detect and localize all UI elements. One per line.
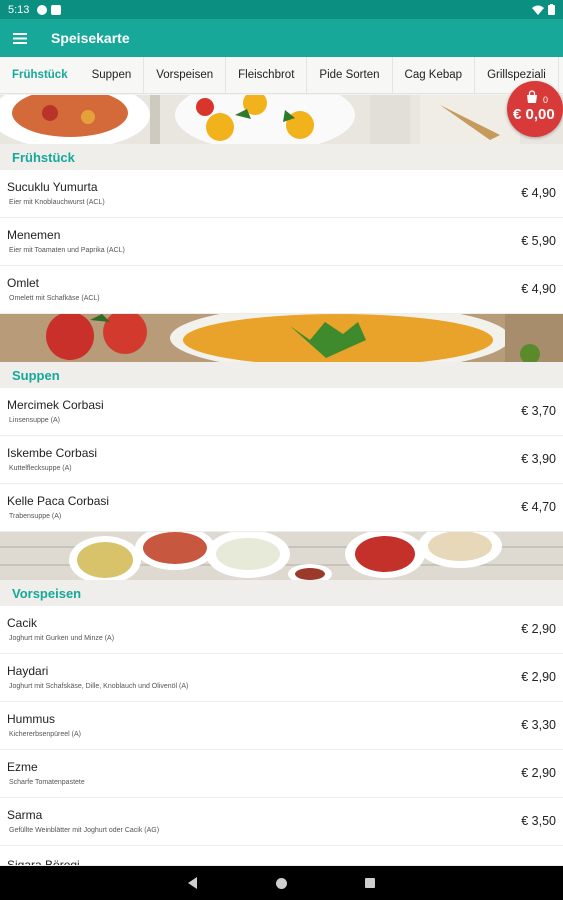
section-title-fruehstueck: Frühstück <box>0 144 563 170</box>
menu-item[interactable]: Ezme Scharfe Tomatenpastete € 2,90 <box>0 750 563 798</box>
item-description: Eier mit Knoblauchwurst (ACL) <box>9 199 105 206</box>
menu-item[interactable]: Kelle Paca Corbasi Trabensuppe (A) € 4,7… <box>0 484 563 532</box>
back-icon[interactable] <box>188 877 198 889</box>
item-description: Gefüllte Weinblätter mit Joghurt oder Ca… <box>9 827 160 834</box>
battery-icon <box>548 4 555 15</box>
item-price: € 2,90 <box>521 622 556 636</box>
item-description: Eier mit Toamaten und Paprika (ACL) <box>9 247 125 254</box>
app-bar: Speisekarte <box>0 19 563 57</box>
section-title-vorspeisen: Vorspeisen <box>0 580 563 606</box>
item-name: Omlet <box>7 276 40 290</box>
storage-icon <box>51 4 62 15</box>
wifi-icon <box>532 5 544 15</box>
menu-item[interactable]: Menemen Eier mit Toamaten und Paprika (A… <box>0 218 563 266</box>
tab-fruehstueck[interactable]: Frühstück <box>0 57 80 93</box>
item-description: Trabensuppe (A) <box>9 513 62 520</box>
item-name: Sarma <box>7 808 43 822</box>
menu-item[interactable]: Omlet Omelett mit Schafkäse (ACL) € 4,90 <box>0 266 563 314</box>
item-name: Cacik <box>7 616 38 630</box>
menu-item[interactable]: Hummus Kichererbsenpüreel (A) € 3,30 <box>0 702 563 750</box>
starters-banner-image <box>0 532 563 580</box>
item-description: Omelett mit Schafkäse (ACL) <box>9 295 100 302</box>
menu-item[interactable]: Haydari Joghurt mit Schafskäse, Dille, K… <box>0 654 563 702</box>
recent-apps-icon[interactable] <box>365 878 375 888</box>
item-price: € 3,30 <box>521 718 556 732</box>
item-description: Linsensuppe (A) <box>9 417 60 424</box>
item-description: Scharfe Tomatenpastete <box>9 779 85 786</box>
item-description: Joghurt mit Gurken und Minze (A) <box>9 635 115 642</box>
tab-suppen[interactable]: Suppen <box>80 57 145 93</box>
item-name: Sigara Böregi <box>7 858 80 866</box>
item-price: € 4,70 <box>521 500 556 514</box>
item-name: Ezme <box>7 760 38 774</box>
breakfast-banner-image <box>0 95 563 144</box>
item-price: € 2,90 <box>521 670 556 684</box>
item-name: Sucuklu Yumurta <box>7 180 98 194</box>
soup-banner-image <box>0 314 563 362</box>
item-name: Mercimek Corbasi <box>7 398 104 412</box>
item-name: Kelle Paca Corbasi <box>7 494 110 508</box>
cart-total: € 0,00 <box>513 106 555 123</box>
item-name: Hummus <box>7 712 56 726</box>
cart-button[interactable]: 0 € 0,00 <box>507 81 563 137</box>
category-tabs: Frühstück Suppen Vorspeisen Fleischbrot … <box>0 57 563 94</box>
tab-fleischbrot[interactable]: Fleischbrot <box>226 57 308 93</box>
item-price: € 5,90 <box>521 234 556 248</box>
item-description: Joghurt mit Schafskäse, Dille, Knoblauch… <box>9 683 189 690</box>
menu-button[interactable] <box>0 19 40 57</box>
menu-icon <box>13 32 27 44</box>
menu-item[interactable]: Cacik Joghurt mit Gurken und Minze (A) €… <box>0 606 563 654</box>
status-bar: 5:13 <box>0 0 563 19</box>
item-name: Menemen <box>7 228 61 242</box>
menu-item[interactable]: Mercimek Corbasi Linsensuppe (A) € 3,70 <box>0 388 563 436</box>
tab-vorspeisen[interactable]: Vorspeisen <box>144 57 227 93</box>
item-price: € 3,70 <box>521 404 556 418</box>
item-price: € 3,90 <box>521 452 556 466</box>
page-title: Speisekarte <box>51 30 130 46</box>
notification-icon <box>37 4 48 15</box>
menu-item[interactable]: Sigara Böregi <box>0 846 563 866</box>
status-time: 5:13 <box>8 3 30 16</box>
item-description: Kichererbsenpüreel (A) <box>9 731 81 738</box>
item-price: € 4,90 <box>521 186 556 200</box>
menu-item[interactable]: Iskembe Corbasi Kuttelflecksuppe (A) € 3… <box>0 436 563 484</box>
shopping-bag-icon <box>527 90 537 103</box>
tab-pide-sorten[interactable]: Pide Sorten <box>307 57 393 93</box>
item-name: Iskembe Corbasi <box>7 446 98 460</box>
item-name: Haydari <box>7 664 49 678</box>
item-price: € 3,50 <box>521 814 556 828</box>
section-title-suppen: Suppen <box>0 362 563 388</box>
menu-item[interactable]: Sarma Gefüllte Weinblätter mit Joghurt o… <box>0 798 563 846</box>
tab-cag-kebap[interactable]: Cag Kebap <box>393 57 476 93</box>
item-price: € 4,90 <box>521 282 556 296</box>
home-icon[interactable] <box>276 877 287 889</box>
cart-count: 0 <box>543 95 549 105</box>
menu-item[interactable]: Sucuklu Yumurta Eier mit Knoblauchwurst … <box>0 170 563 218</box>
item-price: € 2,90 <box>521 766 556 780</box>
item-description: Kuttelflecksuppe (A) <box>9 465 72 472</box>
system-nav-bar <box>0 866 563 900</box>
